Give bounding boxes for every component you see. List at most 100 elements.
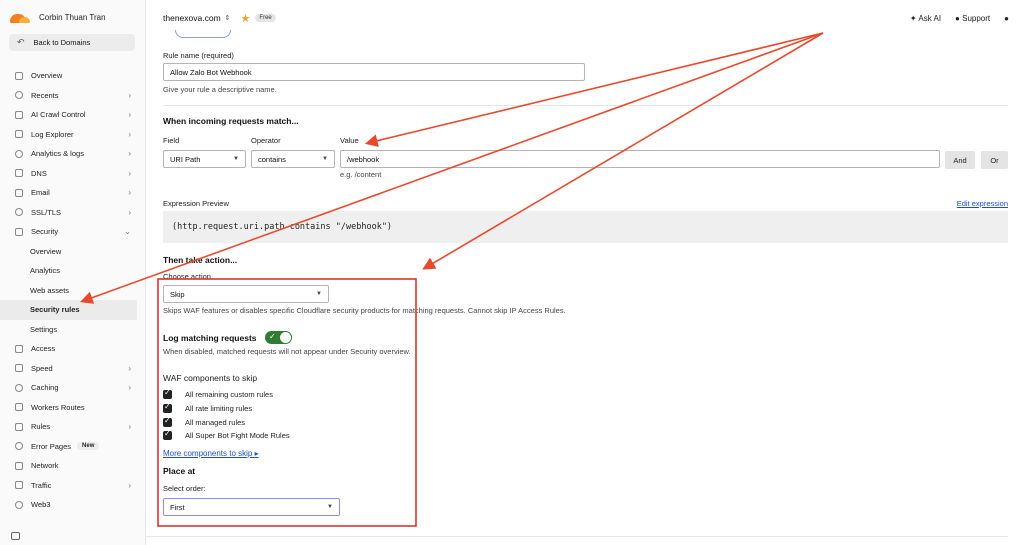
sidebar-item-ai-crawl-control[interactable]: AI Crawl Control › xyxy=(0,105,146,125)
value-label: Value xyxy=(340,136,359,145)
sidebar-item-label: Workers Routes xyxy=(31,402,85,412)
new-badge: New xyxy=(77,442,100,451)
sidebar-item-label: DNS xyxy=(31,168,47,178)
sidebar-item-analytics-logs[interactable]: Analytics & logs › xyxy=(0,144,146,164)
topbar: thenexova.com ⇕ ★ Free ✦ Ask AI ● Suppor… xyxy=(147,4,1024,32)
sidebar-item-label: SSL/TLS xyxy=(31,207,62,217)
edit-expression-link[interactable]: Edit expression xyxy=(957,199,1008,208)
back-to-domains-button[interactable]: ↶ Back to Domains xyxy=(9,34,135,51)
sidebar-item-speed[interactable]: Speed › xyxy=(0,359,146,379)
sidebar-item-label: Recents xyxy=(31,90,59,100)
account-header[interactable]: Corbin Thuan Tran xyxy=(0,0,145,34)
chevron-down-icon: ▼ xyxy=(316,291,322,297)
checkbox-label: All Super Bot Fight Mode Rules xyxy=(185,431,290,440)
sidebar-nav: Overview Recents › AI Crawl Control › Log Exp… xyxy=(0,66,146,515)
sidebar: Corbin Thuan Tran ↶ Back to Domains Over… xyxy=(0,0,146,545)
rule-name-help: Give your rule a descriptive name. xyxy=(163,85,277,94)
action-select[interactable]: Skip ▼ xyxy=(163,285,329,303)
chevron-down-icon: ▼ xyxy=(233,156,239,162)
sidebar-item-workers-routes[interactable]: Workers Routes xyxy=(0,398,146,418)
user-icon[interactable]: ● xyxy=(1004,14,1009,23)
more-components-link[interactable]: More components to skip ▸ xyxy=(163,449,259,458)
value-input[interactable]: /webhook xyxy=(340,150,940,168)
learn-more-button[interactable] xyxy=(175,30,231,38)
checkbox-label: All remaining custom rules xyxy=(185,390,273,399)
expression-preview: (http.request.uri.path contains "/webhoo… xyxy=(163,211,1008,243)
sidebar-item-email[interactable]: Email › xyxy=(0,183,146,203)
chevron-right-icon: › xyxy=(128,110,131,120)
sidebar-item-access[interactable]: Access xyxy=(0,339,146,359)
log-help: When disabled, matched requests will not… xyxy=(163,347,411,356)
sidebar-item-caching[interactable]: Caching › xyxy=(0,378,146,398)
sidebar-item-overview[interactable]: Overview xyxy=(0,66,146,86)
log-toggle[interactable]: ✓ xyxy=(265,331,292,344)
sidebar-item-security-rules[interactable]: Security rules xyxy=(0,300,137,320)
collapse-sidebar-icon[interactable] xyxy=(11,532,20,540)
sidebar-item-web-assets[interactable]: Web assets xyxy=(0,281,146,301)
operator-select[interactable]: contains ▼ xyxy=(251,150,335,168)
sidebar-item-label: Rules xyxy=(31,422,51,432)
checkbox-rate-limiting[interactable] xyxy=(163,402,172,413)
log-label: Log matching requests xyxy=(163,333,257,343)
chevron-right-icon: › xyxy=(128,422,131,432)
annotation-overlay xyxy=(79,32,824,527)
or-button[interactable]: Or xyxy=(981,151,1008,169)
chevron-down-icon: ▼ xyxy=(322,156,328,162)
select-order-label: Select order: xyxy=(163,484,206,493)
field-select[interactable]: URI Path ▼ xyxy=(163,150,246,168)
ask-ai-button[interactable]: ✦ Ask AI xyxy=(910,14,941,23)
check-icon: ✓ xyxy=(269,332,276,341)
chevron-right-icon: › xyxy=(128,188,131,198)
domain-selector[interactable]: thenexova.com xyxy=(163,13,221,23)
sidebar-item-traffic[interactable]: Traffic › xyxy=(0,476,146,496)
help-icon: ● xyxy=(955,13,960,23)
and-button[interactable]: And xyxy=(945,151,975,169)
sidebar-item-rules[interactable]: Rules › xyxy=(0,417,146,437)
place-at-heading: Place at xyxy=(163,466,196,476)
action-help: Skips WAF features or disables specific … xyxy=(163,306,566,315)
order-select[interactable]: First ▼ xyxy=(163,498,340,516)
sidebar-icon xyxy=(15,461,23,470)
sidebar-item-label: Access xyxy=(31,344,56,354)
chevron-right-icon: › xyxy=(128,129,131,139)
chevron-down-icon: ⌄ xyxy=(124,227,131,237)
sidebar-item-label: Security xyxy=(31,227,59,237)
sidebar-item-label: Analytics xyxy=(30,266,61,276)
waf-heading: WAF components to skip xyxy=(163,373,258,383)
sidebar-item-label: Analytics & logs xyxy=(31,149,84,159)
checkbox-custom-rules[interactable] xyxy=(163,388,172,399)
sidebar-item-settings[interactable]: Settings xyxy=(0,320,146,340)
sidebar-item-security[interactable]: Security ⌄ xyxy=(0,222,146,242)
support-button[interactable]: ● Support xyxy=(955,14,990,23)
sidebar-item-overview[interactable]: Overview xyxy=(0,242,146,262)
sidebar-icon xyxy=(15,344,23,353)
value-hint: e.g. /content xyxy=(340,170,382,179)
sidebar-item-label: Security rules xyxy=(30,305,80,315)
sidebar-icon xyxy=(15,208,23,217)
account-name: Corbin Thuan Tran xyxy=(39,12,106,22)
sidebar-item-label: Traffic xyxy=(31,480,52,490)
sidebar-item-web3[interactable]: Web3 xyxy=(0,495,146,515)
checkbox-managed-rules[interactable] xyxy=(163,416,172,427)
sidebar-item-ssl-tls[interactable]: SSL/TLS › xyxy=(0,203,146,223)
checkbox-super-bot[interactable] xyxy=(163,429,172,440)
plan-badge: Free xyxy=(255,14,276,22)
sidebar-item-analytics[interactable]: Analytics xyxy=(0,261,146,281)
sidebar-item-network[interactable]: Network xyxy=(0,456,146,476)
chevron-right-icon: › xyxy=(128,383,131,393)
chevron-updown-icon[interactable]: ⇕ xyxy=(225,14,231,22)
sidebar-item-log-explorer[interactable]: Log Explorer › xyxy=(0,125,146,145)
sidebar-item-label: Speed xyxy=(31,363,53,373)
chevron-right-icon: › xyxy=(128,480,131,490)
sidebar-item-dns[interactable]: DNS › xyxy=(0,164,146,184)
chevron-right-icon: › xyxy=(128,363,131,373)
rule-name-input[interactable]: Allow Zalo Bot Webhook xyxy=(163,63,585,81)
checkbox-label: All managed rules xyxy=(185,418,246,427)
sidebar-item-label: Overview xyxy=(31,71,63,81)
star-icon[interactable]: ★ xyxy=(241,12,251,25)
chevron-right-icon: ▸ xyxy=(254,449,259,458)
sidebar-icon xyxy=(15,91,23,100)
match-heading: When incoming requests match... xyxy=(163,116,299,126)
sidebar-item-recents[interactable]: Recents › xyxy=(0,86,146,106)
sidebar-item-error-pages[interactable]: Error Pages New xyxy=(0,437,146,457)
